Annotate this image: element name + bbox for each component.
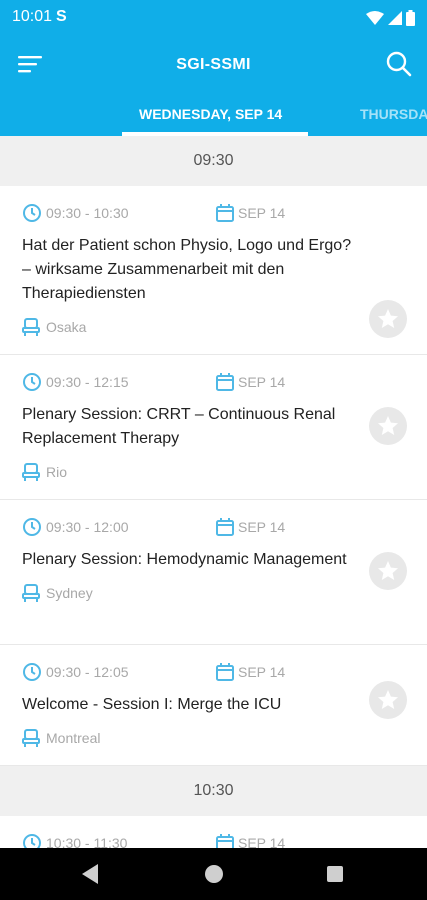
session-room-label: Montreal xyxy=(46,730,101,746)
notification-icon: S xyxy=(56,8,67,25)
calendar-icon xyxy=(216,663,234,681)
recent-apps-icon[interactable] xyxy=(327,866,343,882)
favorite-button[interactable] xyxy=(369,300,407,338)
session-item[interactable]: 10:30 - 11:30 SEP 14 xyxy=(0,816,427,848)
day-tabs: WEDNESDAY, SEP 14 THURSDAY xyxy=(0,96,427,136)
clock-icon xyxy=(23,373,41,391)
session-date: SEP 14 xyxy=(238,835,286,848)
session-meta: 09:30 - 10:30 SEP 14 xyxy=(22,204,357,222)
favorite-button[interactable] xyxy=(369,681,407,719)
session-item[interactable]: 09:30 - 12:15 SEP 14 Plenary Session: CR… xyxy=(0,355,427,500)
home-icon[interactable] xyxy=(205,865,223,883)
session-time-range: 09:30 - 12:05 xyxy=(46,664,129,680)
status-bar: 10:01 S xyxy=(0,0,427,36)
status-icons xyxy=(366,10,415,26)
session-room: Osaka xyxy=(22,318,357,336)
session-meta: 09:30 - 12:15 SEP 14 xyxy=(22,373,357,391)
star-icon xyxy=(378,416,398,435)
tab-thursday[interactable]: THURSDAY xyxy=(360,106,427,122)
favorite-button[interactable] xyxy=(369,552,407,590)
calendar-icon xyxy=(216,373,234,391)
session-date: SEP 14 xyxy=(238,374,286,390)
clock-icon xyxy=(23,834,41,848)
session-title: Plenary Session: Hemodynamic Management xyxy=(22,551,347,568)
tab-wednesday[interactable]: WEDNESDAY, SEP 14 xyxy=(139,106,282,122)
session-item[interactable]: 09:30 - 10:30 SEP 14 Hat der Patient sch… xyxy=(0,186,427,355)
favorite-button[interactable] xyxy=(369,407,407,445)
session-room-label: Sydney xyxy=(46,585,93,601)
calendar-icon xyxy=(216,518,234,536)
battery-icon xyxy=(406,10,415,26)
star-icon xyxy=(378,309,398,328)
session-time-range: 09:30 - 10:30 xyxy=(46,205,129,221)
clock-icon xyxy=(23,518,41,536)
session-room-label: Osaka xyxy=(46,319,87,335)
time-section-header: 10:30 xyxy=(0,766,427,816)
star-icon xyxy=(378,561,398,580)
schedule-list[interactable]: 09:30 09:30 - 10:30 SEP 14 Hat der Patie… xyxy=(0,136,427,848)
clock-icon xyxy=(23,663,41,681)
session-date: SEP 14 xyxy=(238,664,286,680)
session-date: SEP 14 xyxy=(238,519,286,535)
session-title: Plenary Session: CRRT – Continuous Renal… xyxy=(22,406,336,447)
page-title: SGI-SSMI xyxy=(176,56,251,73)
status-time: 10:01 xyxy=(12,8,53,25)
toolbar: SGI-SSMI xyxy=(0,44,427,84)
session-room: Rio xyxy=(22,463,357,481)
star-icon xyxy=(378,690,398,709)
chair-icon xyxy=(22,729,40,747)
clock-icon xyxy=(23,204,41,222)
session-meta: 09:30 - 12:00 SEP 14 xyxy=(22,518,357,536)
calendar-icon xyxy=(216,834,234,848)
session-item[interactable]: 09:30 - 12:00 SEP 14 Plenary Session: He… xyxy=(0,500,427,645)
session-meta: 10:30 - 11:30 SEP 14 xyxy=(22,834,357,848)
session-room: Sydney xyxy=(22,584,357,602)
session-date: SEP 14 xyxy=(238,205,286,221)
wifi-icon xyxy=(366,11,384,25)
chair-icon xyxy=(22,463,40,481)
session-meta: 09:30 - 12:05 SEP 14 xyxy=(22,663,357,681)
chair-icon xyxy=(22,318,40,336)
session-item[interactable]: 09:30 - 12:05 SEP 14 Welcome - Session I… xyxy=(0,645,427,766)
session-time-range: 09:30 - 12:15 xyxy=(46,374,129,390)
back-icon[interactable] xyxy=(82,864,98,884)
signal-icon xyxy=(388,11,402,25)
time-section-header: 09:30 xyxy=(0,136,427,186)
search-icon[interactable] xyxy=(385,50,413,78)
app-header: 10:01 S SGI-SSMI WEDNESDAY, SEP 14 THURS… xyxy=(0,0,427,136)
system-nav-bar xyxy=(0,848,427,900)
session-time-range: 10:30 - 11:30 xyxy=(46,835,128,848)
session-title: Welcome - Session I: Merge the ICU xyxy=(22,696,282,713)
session-room-label: Rio xyxy=(46,464,68,480)
session-room: Montreal xyxy=(22,729,357,747)
chair-icon xyxy=(22,584,40,602)
session-title: Hat der Patient schon Physio, Logo und E… xyxy=(22,237,352,302)
calendar-icon xyxy=(216,204,234,222)
session-time-range: 09:30 - 12:00 xyxy=(46,519,129,535)
